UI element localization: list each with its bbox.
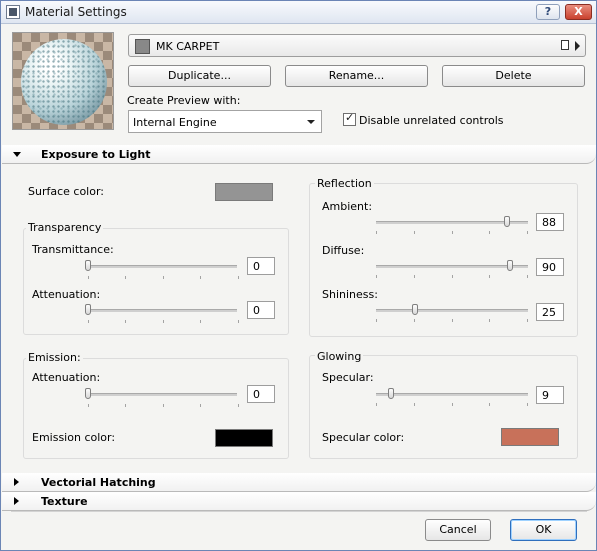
transparency-attenuation-slider[interactable] — [86, 309, 237, 312]
transparency-attenuation-ticks — [88, 320, 239, 323]
rename-button[interactable]: Rename... — [285, 65, 428, 87]
delete-button[interactable]: Delete — [442, 65, 585, 87]
footer-divider — [11, 511, 587, 512]
ambient-input[interactable]: 88 — [536, 213, 564, 231]
create-preview-label: Create Preview with: — [127, 94, 241, 107]
app-icon — [6, 5, 20, 19]
help-button[interactable]: ? — [536, 4, 560, 20]
emission-title: Emission: — [26, 351, 83, 364]
shininess-slider[interactable] — [376, 309, 528, 312]
diffuse-label: Diffuse: — [322, 244, 365, 257]
material-selector[interactable]: MK CARPET — [128, 34, 586, 57]
specular-slider-thumb[interactable] — [388, 388, 394, 399]
specular-color-swatch[interactable] — [501, 428, 559, 446]
dialog-title: Material Settings — [25, 5, 127, 19]
surface-color-swatch[interactable] — [215, 183, 273, 201]
collapsed-triangle-icon — [14, 478, 19, 486]
specular-label: Specular: — [322, 371, 374, 384]
disable-controls-label: Disable unrelated controls — [359, 114, 504, 127]
transmittance-label: Transmittance: — [32, 243, 114, 256]
shininess-input[interactable]: 25 — [536, 303, 564, 321]
chevron-right-icon[interactable] — [575, 41, 580, 51]
ambient-slider-thumb[interactable] — [504, 216, 510, 227]
glowing-title: Glowing — [315, 350, 364, 363]
shininess-ticks — [376, 319, 528, 322]
title-bar: Material Settings ? X — [1, 1, 596, 24]
emission-attenuation-label: Attenuation: — [32, 371, 101, 384]
expanded-triangle-icon — [13, 152, 21, 157]
transparency-attenuation-slider-thumb[interactable] — [85, 304, 91, 315]
diffuse-slider-thumb[interactable] — [507, 260, 513, 271]
section-texture-title: Texture — [41, 495, 88, 508]
emission-color-swatch[interactable] — [215, 429, 273, 447]
preview-sphere — [21, 39, 107, 125]
preview-engine-select[interactable]: Internal Engine — [128, 110, 322, 133]
shininess-label: Shininess: — [322, 288, 378, 301]
emission-attenuation-input[interactable]: 0 — [247, 385, 275, 403]
specular-input[interactable]: 9 — [536, 386, 564, 404]
exposure-panel: Surface color: Transparency Transmittanc… — [10, 173, 587, 465]
ok-button[interactable]: OK — [510, 519, 577, 541]
material-page-icon — [561, 40, 569, 50]
surface-color-label: Surface color: — [28, 185, 105, 198]
reflection-title: Reflection — [315, 177, 374, 190]
section-texture-header[interactable]: Texture — [2, 492, 596, 511]
material-preview-image — [12, 32, 114, 130]
cancel-button[interactable]: Cancel — [425, 519, 491, 541]
diffuse-ticks — [376, 275, 528, 278]
ambient-ticks — [376, 231, 528, 234]
transparency-attenuation-input[interactable]: 0 — [247, 301, 275, 319]
material-settings-dialog: Material Settings ? X MK CARPET Duplicat… — [0, 0, 597, 551]
specular-ticks — [376, 403, 528, 406]
transmittance-slider-thumb[interactable] — [85, 260, 91, 271]
material-swatch — [135, 39, 150, 54]
section-exposure-title: Exposure to Light — [41, 148, 151, 161]
ambient-label: Ambient: — [322, 200, 373, 213]
transparency-attenuation-label: Attenuation: — [32, 288, 101, 301]
section-exposure-header[interactable]: Exposure to Light — [2, 145, 596, 164]
diffuse-slider[interactable] — [376, 265, 528, 268]
diffuse-input[interactable]: 90 — [536, 258, 564, 276]
section-hatching-title: Vectorial Hatching — [41, 476, 156, 489]
emission-attenuation-slider[interactable] — [86, 393, 237, 396]
transmittance-input[interactable]: 0 — [247, 257, 275, 275]
emission-attenuation-ticks — [88, 404, 239, 407]
specular-color-label: Specular color: — [322, 431, 405, 444]
close-button[interactable]: X — [565, 4, 592, 20]
section-hatching-header[interactable]: Vectorial Hatching — [2, 473, 596, 492]
specular-slider[interactable] — [376, 393, 528, 396]
material-name: MK CARPET — [156, 40, 220, 53]
emission-attenuation-slider-thumb[interactable] — [85, 388, 91, 399]
transparency-title: Transparency — [26, 221, 104, 234]
transmittance-ticks — [88, 276, 239, 279]
chevron-down-icon — [307, 120, 315, 124]
disable-controls-checkbox[interactable] — [343, 111, 356, 126]
emission-color-label: Emission color: — [32, 431, 116, 444]
transmittance-slider[interactable] — [86, 265, 237, 268]
preview-engine-value: Internal Engine — [133, 116, 217, 129]
duplicate-button[interactable]: Duplicate... — [128, 65, 271, 87]
shininess-slider-thumb[interactable] — [412, 304, 418, 315]
collapsed-triangle-icon — [14, 497, 19, 505]
